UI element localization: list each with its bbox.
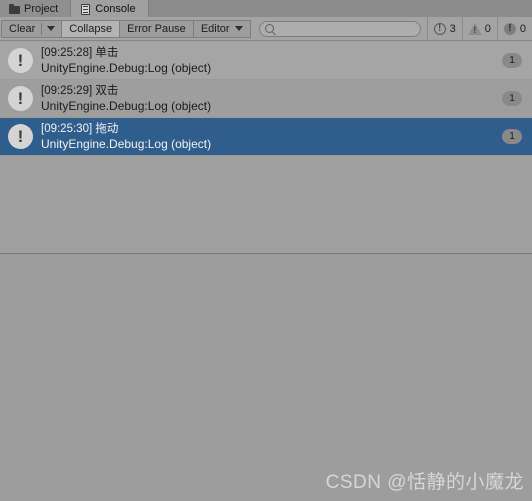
log-entry-count-badge: 1 — [502, 91, 522, 106]
error-count-value: 0 — [519, 22, 526, 35]
log-entry-stack: UnityEngine.Debug:Log (object) — [41, 60, 212, 75]
log-entry-stack: UnityEngine.Debug:Log (object) — [41, 98, 212, 113]
log-entry-row[interactable]: ! [09:25:28] 单击 UnityEngine.Debug:Log (o… — [0, 42, 532, 80]
tab-project-label: Project — [24, 2, 59, 15]
editor-label: Editor — [200, 22, 230, 35]
log-icon — [433, 21, 447, 36]
log-entry-text: [09:25:30] 拖动 UnityEngine.Debug:Log (obj… — [41, 122, 502, 152]
log-bubble-icon: ! — [7, 47, 35, 75]
log-entry-text: [09:25:28] 单击 UnityEngine.Debug:Log (obj… — [41, 46, 502, 76]
warning-icon — [467, 22, 482, 37]
log-bubble-icon: ! — [7, 123, 35, 151]
log-entry-count-badge: 1 — [502, 53, 522, 68]
chevron-down-icon — [234, 26, 243, 31]
log-entry-row[interactable]: ! [09:25:29] 双击 UnityEngine.Debug:Log (o… — [0, 80, 532, 118]
tab-project[interactable]: Project — [0, 0, 72, 17]
clear-label: Clear — [9, 22, 36, 35]
search-input[interactable] — [273, 23, 420, 34]
log-entry-count-badge: 1 — [502, 129, 522, 144]
search-box[interactable] — [258, 20, 421, 37]
tab-bar: Project Console — [0, 0, 532, 17]
clear-divider — [41, 22, 43, 35]
console-icon — [80, 3, 91, 15]
error-pause-label: Error Pause — [127, 22, 186, 35]
log-entry-message: [09:25:28] 单击 — [41, 46, 119, 59]
log-entry-message: [09:25:29] 双击 — [41, 84, 119, 97]
log-counter[interactable]: 3 — [426, 17, 462, 40]
error-pause-button[interactable]: Error Pause — [120, 19, 194, 38]
warning-count-value: 0 — [484, 22, 491, 35]
log-entry-text: [09:25:29] 双击 UnityEngine.Debug:Log (obj… — [41, 84, 502, 114]
search-area — [251, 20, 427, 37]
log-count-value: 3 — [449, 22, 456, 35]
warning-counter[interactable]: 0 — [461, 17, 497, 40]
error-counter[interactable]: 0 — [496, 17, 532, 40]
unity-console-window: Project Console Clear Collapse Error Pau… — [0, 0, 532, 501]
error-icon — [503, 21, 517, 36]
console-toolbar: Clear Collapse Error Pause Editor 3 — [0, 17, 532, 41]
log-entry-row-selected[interactable]: ! [09:25:30] 拖动 UnityEngine.Debug:Log (o… — [0, 118, 532, 156]
chevron-down-icon[interactable] — [47, 26, 56, 31]
editor-dropdown[interactable]: Editor — [193, 19, 251, 38]
log-entry-message: [09:25:30] 拖动 — [41, 122, 119, 135]
console-log-list[interactable]: ! [09:25:28] 单击 UnityEngine.Debug:Log (o… — [0, 42, 532, 253]
log-entry-stack: UnityEngine.Debug:Log (object) — [41, 136, 212, 151]
search-icon — [264, 24, 274, 33]
collapse-label: Collapse — [69, 22, 113, 35]
log-bubble-icon: ! — [7, 85, 35, 113]
tab-console[interactable]: Console — [71, 0, 149, 17]
message-counters: 3 0 0 — [426, 17, 532, 40]
log-detail-pane[interactable]: CSDN @恬静的小魔龙 — [0, 254, 532, 501]
tab-console-label: Console — [95, 2, 136, 15]
folder-icon — [9, 3, 20, 14]
collapse-button[interactable]: Collapse — [62, 19, 121, 38]
clear-button[interactable]: Clear — [1, 19, 63, 38]
watermark: CSDN @恬静的小魔龙 — [325, 472, 524, 493]
